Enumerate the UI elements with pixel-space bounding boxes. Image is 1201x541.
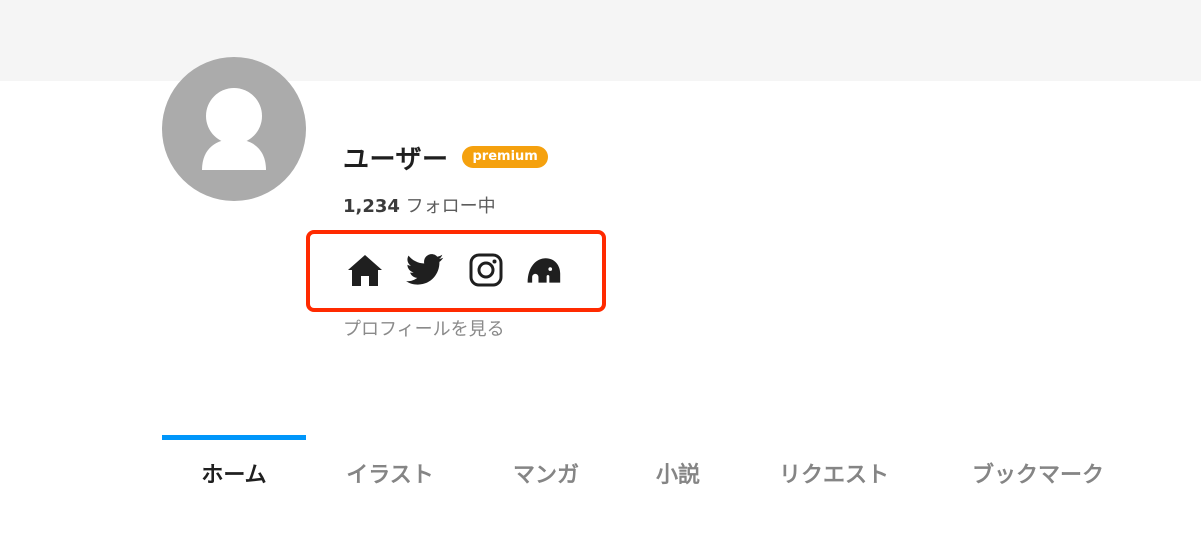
- default-user-icon: [202, 88, 266, 170]
- tab-label: ブックマーク: [971, 463, 1104, 488]
- tab-bookmarks[interactable]: ブックマーク: [940, 435, 1136, 511]
- instagram-icon[interactable]: [467, 252, 505, 288]
- home-icon[interactable]: [346, 252, 384, 288]
- tab-label: 小説: [655, 463, 700, 488]
- premium-badge: premium: [462, 146, 548, 168]
- following-count: 1,234: [343, 196, 400, 217]
- avatar[interactable]: [162, 57, 306, 201]
- tab-label: リクエスト: [778, 463, 889, 488]
- tab-requests[interactable]: リクエスト: [748, 435, 920, 511]
- tab-label: イラスト: [346, 463, 434, 488]
- active-tab-indicator: [162, 435, 306, 440]
- following-label: フォロー中: [405, 196, 496, 217]
- tab-label: ホーム: [201, 463, 267, 488]
- twitter-icon[interactable]: [406, 252, 444, 288]
- tab-home[interactable]: ホーム: [162, 435, 306, 511]
- following-link[interactable]: 1,234 フォロー中: [343, 194, 496, 220]
- tab-illustrations[interactable]: イラスト: [316, 435, 464, 511]
- pawoo-icon[interactable]: [524, 252, 562, 288]
- username-row: ユーザー premium: [343, 139, 548, 175]
- tab-bar: ホーム イラスト マンガ 小説 リクエスト ブックマーク: [0, 435, 1201, 511]
- view-profile-link[interactable]: プロフィールを見る: [343, 316, 505, 344]
- tab-manga[interactable]: マンガ: [474, 435, 618, 511]
- tab-novels[interactable]: 小説: [618, 435, 738, 511]
- tab-label: マンガ: [512, 463, 579, 488]
- profile-page: ユーザー premium 1,234 フォロー中 プロフィールを見る ホーム イ…: [0, 0, 1201, 541]
- username[interactable]: ユーザー: [343, 139, 448, 176]
